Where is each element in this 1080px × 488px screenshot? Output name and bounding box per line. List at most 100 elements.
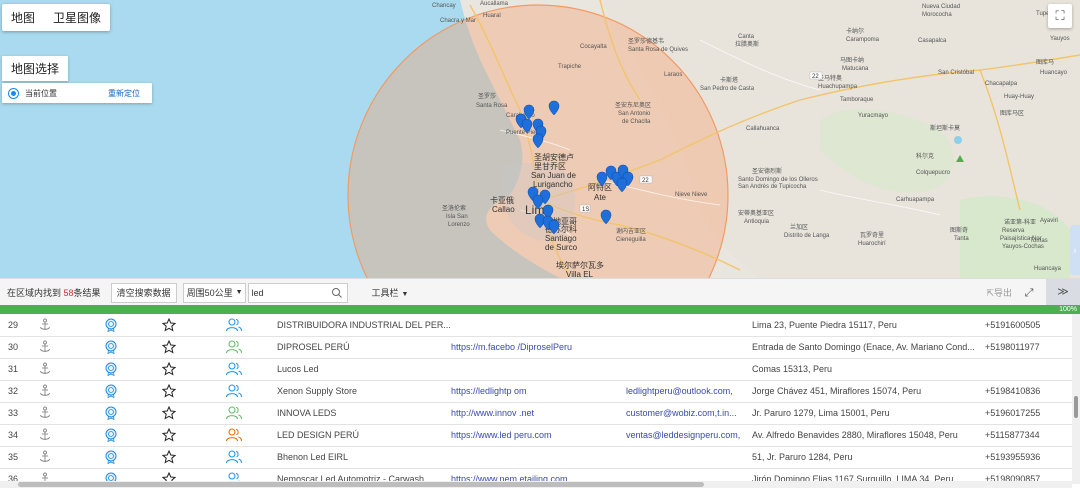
found-prefix: 在区域内找到 (7, 288, 62, 298)
star-icon[interactable] (162, 424, 176, 446)
star-icon[interactable] (162, 358, 176, 380)
email-link[interactable]: customer@wobiz.com,t.in... (626, 402, 737, 424)
users-icon[interactable] (225, 446, 242, 468)
business-name: Lucos Led (277, 364, 319, 374)
double-chevron-down-icon: ≫ (1057, 286, 1069, 298)
badge-icon[interactable] (104, 314, 118, 336)
svg-text:de Surco: de Surco (545, 243, 578, 252)
row-number: 33 (8, 408, 19, 418)
table-row[interactable]: 32 Xenon Supply Store https://ledlightp om… (0, 380, 1072, 403)
collapse-panel-button[interactable]: ≫ (1046, 279, 1080, 306)
anchor-icon[interactable] (38, 336, 54, 358)
map-type-switch[interactable]: 地图 卫星图像 (2, 4, 111, 31)
vertical-scrollbar[interactable] (1072, 314, 1080, 484)
website-link[interactable]: https://ledlightp om (451, 380, 527, 402)
expand-icon[interactable]: ⤢ (1022, 286, 1036, 300)
svg-text:Nueva Ciudad: Nueva Ciudad (922, 4, 960, 10)
business-name: DIPROSEL PERÚ (277, 342, 350, 352)
website-link[interactable]: http://www.innov .net (451, 402, 534, 424)
svg-text:Chacra y Mar: Chacra y Mar (440, 18, 476, 24)
website-link[interactable]: https://www.led peru.com (451, 424, 552, 446)
svg-text:安蒂奥基亚区: 安蒂奥基亚区 (738, 209, 774, 217)
horizontal-scrollbar[interactable] (0, 481, 1072, 488)
business-name: DISTRIBUIDORA INDUSTRIAL DEL PER... (277, 320, 451, 330)
anchor-icon[interactable] (38, 314, 54, 336)
map-canvas[interactable]: Chancay Chacra y Mar Aucallama Huaral Co… (0, 0, 1080, 278)
badge-icon[interactable] (104, 358, 118, 380)
badge-icon[interactable] (104, 446, 118, 468)
table-row[interactable]: 34 LED DESIGN PERÚ https://www.led peru.co… (0, 424, 1072, 447)
radius-value: 周围50公里 (186, 287, 233, 298)
tools-label: 工具栏 (371, 288, 399, 298)
email-link[interactable]: ledlightperu@outlook.com, (626, 380, 733, 402)
map-select-button[interactable]: 地图选择 (2, 56, 69, 81)
clear-search-button[interactable]: 清空搜索数据 (110, 282, 177, 303)
address-cell: Entrada de Santo Domingo (Enace, Av. Mar… (752, 342, 975, 352)
users-icon[interactable] (225, 358, 242, 380)
table-row[interactable]: 35 Bhenon Led EIRL 51, Jr. Paruro 1284, Pe… (0, 446, 1072, 469)
star-icon[interactable] (162, 446, 176, 468)
users-icon[interactable] (225, 336, 242, 358)
svg-text:Huancayo: Huancayo (1040, 70, 1068, 76)
tab-satellite[interactable]: 卫星图像 (44, 4, 110, 31)
svg-text:Reserva: Reserva (1002, 228, 1025, 234)
export-button[interactable]: ⇱导出 (986, 286, 1012, 299)
badge-icon[interactable] (104, 468, 118, 481)
table-row[interactable]: 30 DIPROSEL PERÚ https://m.facebo /Diprose… (0, 336, 1072, 359)
svg-text:Santiago: Santiago (545, 234, 577, 243)
badge-icon[interactable] (104, 424, 118, 446)
star-icon[interactable] (162, 402, 176, 424)
users-icon[interactable] (225, 424, 242, 446)
address-cell: 51, Jr. Paruro 1284, Peru (752, 452, 853, 462)
star-icon[interactable] (162, 380, 176, 402)
export-label: 导出 (993, 288, 1012, 298)
map-view[interactable]: Chancay Chacra y Mar Aucallama Huaral Co… (0, 0, 1080, 278)
fullscreen-button[interactable]: ⛶ (1048, 4, 1072, 28)
anchor-icon[interactable] (38, 402, 54, 424)
svg-text:瓦罗奇里: 瓦罗奇里 (860, 231, 884, 239)
tab-map[interactable]: 地图 (2, 4, 44, 31)
radius-select[interactable]: 周围50公里 ▼ (182, 282, 246, 303)
search-icon[interactable] (331, 287, 343, 299)
svg-text:卡纳尔: 卡纳尔 (846, 27, 864, 35)
progress-bar: 100% (0, 305, 1080, 314)
location-target-icon (8, 87, 19, 99)
users-icon[interactable] (225, 468, 241, 481)
vertical-scrollbar-thumb[interactable] (1074, 396, 1078, 418)
relocate-link[interactable]: 重新定位 (108, 88, 140, 99)
table-row[interactable]: 31 Lucos Led Comas 15313, Peru (0, 358, 1072, 381)
tools-menu[interactable]: 工具栏 ▼ (372, 286, 409, 299)
table-row[interactable]: 33 INNOVA LEDS http://www.innov .net custom… (0, 402, 1072, 425)
email-link[interactable]: ventas@leddesignperu.com, (626, 424, 740, 446)
side-panel-toggle[interactable]: › (1070, 225, 1080, 275)
anchor-icon[interactable] (38, 380, 54, 402)
website-link[interactable]: https://m.facebo /DiproselPeru (451, 336, 572, 358)
website-link[interactable]: https://www.nem etailing.com (451, 468, 568, 481)
lake (954, 136, 962, 144)
users-icon[interactable] (225, 380, 242, 402)
svg-text:Antioquia: Antioquia (744, 219, 770, 225)
users-icon[interactable] (225, 402, 242, 424)
badge-icon[interactable] (104, 402, 118, 424)
star-icon[interactable] (162, 314, 176, 336)
badge-icon[interactable] (104, 380, 118, 402)
star-icon[interactable] (162, 336, 176, 358)
badge-icon[interactable] (104, 336, 118, 358)
business-name: LED DESIGN PERÚ (277, 430, 360, 440)
svg-text:圣安德烈斯: 圣安德烈斯 (752, 167, 782, 175)
anchor-icon[interactable] (38, 424, 54, 446)
users-icon[interactable] (225, 314, 242, 336)
keyword-search-input[interactable]: led (247, 282, 348, 303)
anchor-icon[interactable] (38, 446, 54, 468)
anchor-icon[interactable] (38, 468, 54, 481)
svg-text:Isla San: Isla San (446, 214, 468, 220)
svg-text:22: 22 (642, 178, 649, 184)
business-name: Nemoscar Led Automotriz - Carwash (277, 474, 425, 481)
star-icon[interactable] (162, 468, 176, 481)
svg-text:Callahuanca: Callahuanca (746, 126, 780, 132)
table-row[interactable]: 29 DISTRIBUIDORA INDUSTRIAL DEL PER... Lim… (0, 314, 1072, 337)
anchor-icon[interactable] (38, 358, 54, 380)
table-row[interactable]: 36 Nemoscar Led Automotriz - Carwash https… (0, 468, 1072, 481)
horizontal-scrollbar-thumb[interactable] (18, 482, 704, 487)
row-number: 34 (8, 430, 19, 440)
